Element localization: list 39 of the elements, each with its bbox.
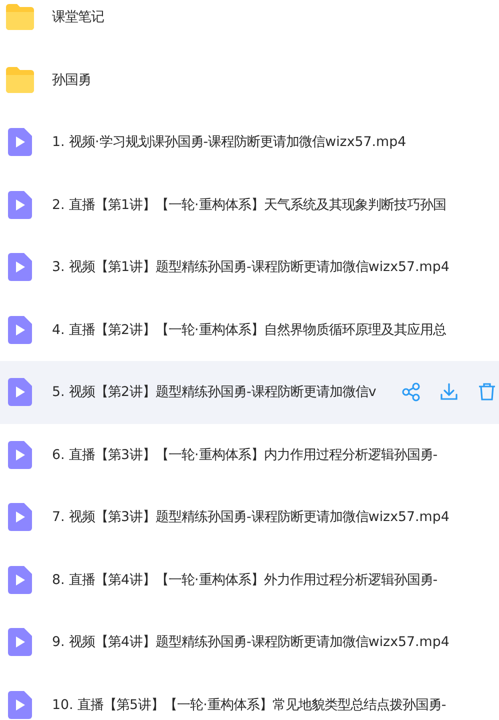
share-icon[interactable] [401,382,421,402]
file-row[interactable]: 4. 直播【第2讲】【一轮·重构体系】自然界物质循环原理及其应用总 [0,298,499,361]
file-row[interactable]: 8. 直播【第4讲】【一轮·重构体系】外力作用过程分析逻辑孙国勇- [0,548,499,611]
file-name: 9. 视频【第4讲】题型精练孙国勇-课程防断更请加微信wizx57.mp4 [52,634,450,652]
file-row[interactable]: 2. 直播【第1讲】【一轮·重构体系】天气系统及其现象判断技巧孙国 [0,174,499,236]
file-name: 4. 直播【第2讲】【一轮·重构体系】自然界物质循环原理及其应用总 [52,322,446,339]
file-name: 孙国勇 [52,72,91,89]
file-row[interactable]: 孙国勇 [0,48,499,111]
file-name: 课堂笔记 [52,8,104,26]
file-name: 1. 视频·学习规划课孙国勇-课程防断更请加微信wizx57.mp4 [52,134,406,152]
file-row[interactable]: 课堂笔记 [0,0,499,48]
file-row[interactable]: 10. 直播【第5讲】【一轮·重构体系】常见地貌类型总结点拨孙国勇- [0,674,499,720]
file-name: 6. 直播【第3讲】【一轮·重构体系】内力作用过程分析逻辑孙国勇- [52,446,438,464]
video-file-icon [8,253,32,282]
file-name: 2. 直播【第1讲】【一轮·重构体系】天气系统及其现象判断技巧孙国 [52,196,446,214]
folder-icon [4,3,36,32]
file-row[interactable]: 1. 视频·学习规划课孙国勇-课程防断更请加微信wizx57.mp4 [0,111,499,174]
file-row[interactable]: 5. 视频【第2讲】题型精练孙国勇-课程防断更请加微信v [0,361,499,424]
file-name: 3. 视频【第1讲】题型精练孙国勇-课程防断更请加微信wizx57.mp4 [52,258,450,276]
file-name: 7. 视频【第3讲】题型精练孙国勇-课程防断更请加微信wizx57.mp4 [52,508,450,526]
download-icon[interactable] [439,382,459,402]
video-file-icon [8,128,32,156]
file-row[interactable]: 6. 直播【第3讲】【一轮·重构体系】内力作用过程分析逻辑孙国勇- [0,424,499,486]
video-file-icon [8,190,32,219]
file-name: 8. 直播【第4讲】【一轮·重构体系】外力作用过程分析逻辑孙国勇- [52,572,438,589]
video-file-icon [8,316,32,344]
folder-icon [4,66,36,94]
file-name: 10. 直播【第5讲】【一轮·重构体系】常见地貌类型总结点拨孙国勇- [52,696,446,714]
file-row[interactable]: 3. 视频【第1讲】题型精练孙国勇-课程防断更请加微信wizx57.mp4 [0,236,499,298]
video-file-icon [8,503,32,532]
video-file-icon [8,378,32,406]
file-row[interactable]: 9. 视频【第4讲】题型精练孙国勇-课程防断更请加微信wizx57.mp4 [0,611,499,674]
trash-icon[interactable] [477,382,497,402]
video-file-icon [8,690,32,719]
video-file-icon [8,628,32,656]
video-file-icon [8,566,32,594]
video-file-icon [8,440,32,469]
file-row[interactable]: 7. 视频【第3讲】题型精练孙国勇-课程防断更请加微信wizx57.mp4 [0,486,499,548]
file-name: 5. 视频【第2讲】题型精练孙国勇-课程防断更请加微信v [52,384,376,402]
